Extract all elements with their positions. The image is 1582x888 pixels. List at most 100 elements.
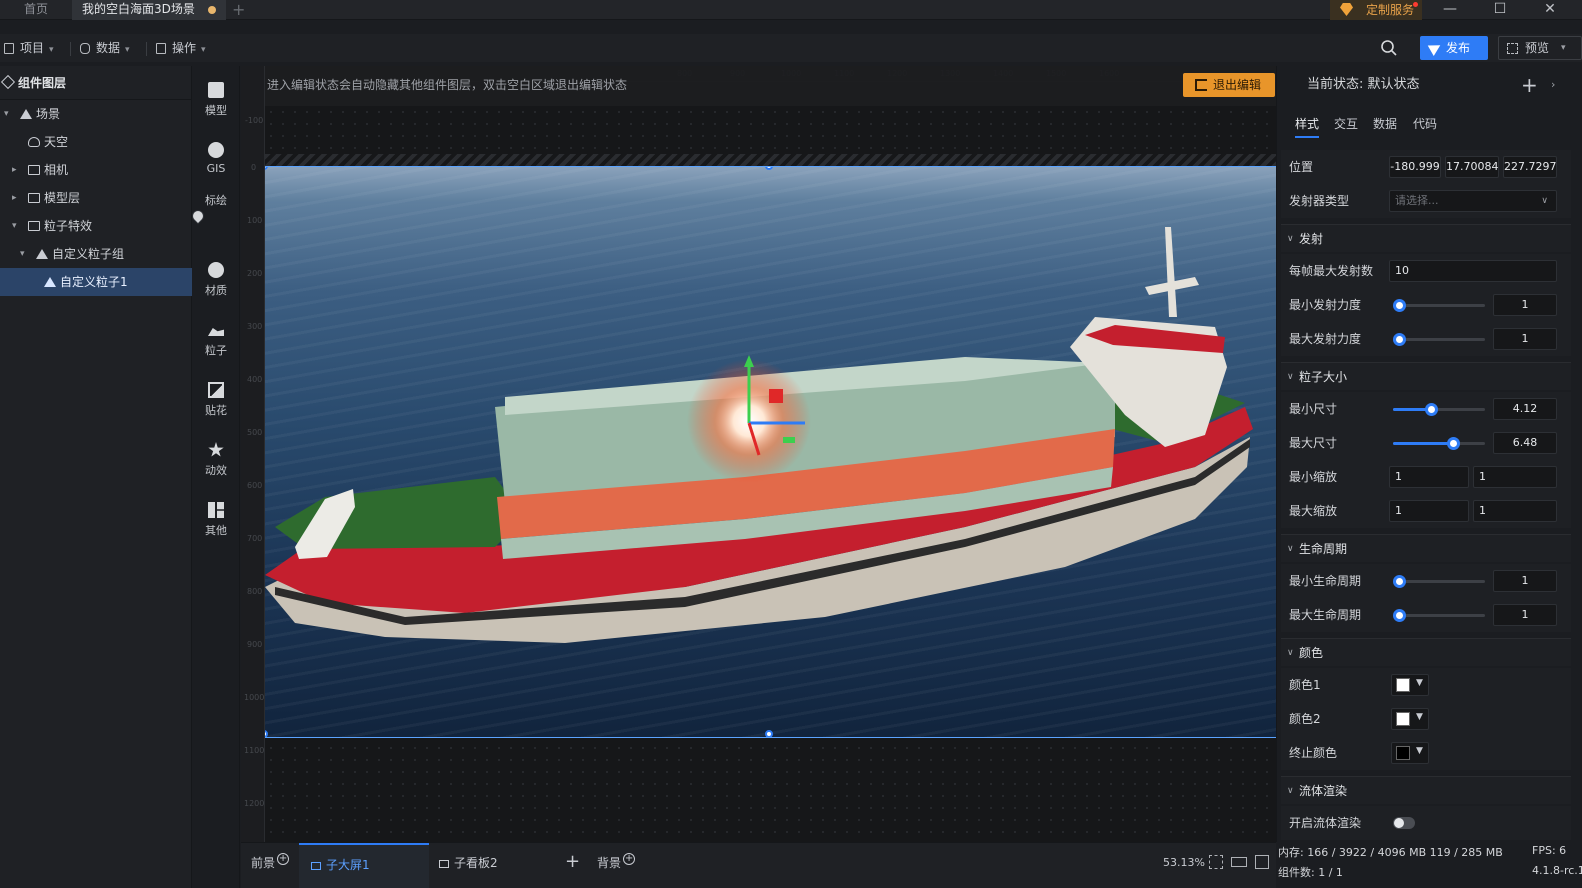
- tree-item-particle-group[interactable]: ▾ 自定义粒子组: [0, 240, 192, 268]
- min-scale-x-input[interactable]: 1: [1389, 466, 1469, 488]
- add-circle-icon[interactable]: +: [277, 853, 290, 865]
- 3d-scene-viewport[interactable]: [265, 166, 1276, 738]
- tab-background[interactable]: 背景 +: [597, 843, 636, 888]
- ship-model[interactable]: [265, 167, 1276, 738]
- chevron-down-icon[interactable]: ▾: [4, 100, 9, 128]
- tree-item-particle-effects[interactable]: ▾ 粒子特效: [0, 212, 192, 240]
- search-icon[interactable]: [1380, 39, 1398, 57]
- color1-picker[interactable]: ▼: [1391, 674, 1429, 696]
- menu-operate[interactable]: 操作 ▾: [156, 34, 206, 62]
- position-z-input[interactable]: 227.72971: [1503, 156, 1557, 178]
- cloud-icon: [28, 137, 40, 147]
- tool-particle[interactable]: 粒子: [192, 312, 240, 370]
- tool-gis[interactable]: GIS: [192, 132, 240, 190]
- terminal-icon[interactable]: [1255, 855, 1269, 869]
- tab-style[interactable]: 样式: [1295, 110, 1320, 138]
- min-life-slider[interactable]: [1393, 575, 1485, 588]
- chevron-right-icon[interactable]: ▸: [12, 184, 17, 212]
- custom-service-button[interactable]: 定制服务: [1330, 0, 1422, 20]
- chevron-down-icon[interactable]: ▾: [12, 212, 17, 240]
- slider-knob[interactable]: [1393, 299, 1406, 312]
- tool-decal[interactable]: 贴花: [192, 372, 240, 430]
- fit-screen-icon[interactable]: [1209, 855, 1223, 869]
- max-size-slider[interactable]: [1393, 437, 1485, 450]
- section-lifecycle[interactable]: ∨ 生命周期: [1281, 534, 1571, 562]
- min-scale-y-input[interactable]: 1: [1473, 466, 1557, 488]
- min-force-input[interactable]: 1: [1493, 294, 1557, 316]
- tab-scene[interactable]: 我的空白海面3D场景: [72, 0, 226, 20]
- slider-knob[interactable]: [1393, 333, 1406, 346]
- ruler-tick: 500: [247, 428, 263, 437]
- position-y-input[interactable]: 17.700846: [1445, 156, 1499, 178]
- slider-knob[interactable]: [1425, 403, 1438, 416]
- max-size-input[interactable]: 6.48: [1493, 432, 1557, 454]
- menu-data[interactable]: 数据 ▾: [80, 34, 130, 62]
- layer-panel-title: 组件图层: [0, 66, 192, 100]
- tab-scene-label: 我的空白海面3D场景: [82, 2, 195, 16]
- zoom-level[interactable]: 53.13%: [1163, 843, 1205, 883]
- tree-item-camera[interactable]: ▸ 相机: [0, 156, 192, 184]
- maximize-icon[interactable]: ☐: [1480, 0, 1520, 20]
- tool-model[interactable]: 模型: [192, 72, 240, 130]
- max-per-frame-input[interactable]: 10: [1389, 260, 1557, 282]
- tab-foreground[interactable]: 前景 +: [251, 843, 290, 888]
- tool-material[interactable]: 材质: [192, 252, 240, 310]
- tool-other[interactable]: 其他: [192, 492, 240, 550]
- editor-canvas[interactable]: 800 900 1000 1100 1200 1300 1400 1500 16…: [241, 66, 1276, 842]
- publish-button[interactable]: 发布: [1420, 36, 1488, 60]
- max-scale-x-input[interactable]: 1: [1389, 500, 1469, 522]
- section-emit[interactable]: ∨ 发射: [1281, 224, 1571, 252]
- minimize-icon[interactable]: —: [1430, 0, 1470, 20]
- keyboard-icon[interactable]: [1231, 857, 1247, 867]
- tree-item-scene[interactable]: ▾ 场景: [0, 100, 192, 128]
- add-state-icon[interactable]: +: [1521, 66, 1538, 104]
- position-x-input[interactable]: -180.999: [1389, 156, 1441, 178]
- chevron-right-icon[interactable]: ›: [1551, 66, 1555, 104]
- close-icon[interactable]: ✕: [1530, 0, 1570, 20]
- add-circle-icon[interactable]: +: [623, 853, 636, 865]
- tab-sub-screen-1[interactable]: 子大屏1: [299, 843, 429, 888]
- chevron-right-icon[interactable]: ▸: [12, 156, 17, 184]
- status-bar: 内存: 166 / 3922 / 4096 MB 119 / 285 MB FP…: [1276, 842, 1582, 888]
- fluid-render-toggle[interactable]: [1393, 817, 1415, 829]
- max-life-input[interactable]: 1: [1493, 604, 1557, 626]
- slider-knob[interactable]: [1393, 575, 1406, 588]
- chevron-down-icon[interactable]: ▾: [20, 240, 25, 268]
- tab-label: 前景: [251, 856, 276, 870]
- slider-knob[interactable]: [1447, 437, 1460, 450]
- emitter-type-select[interactable]: 请选择... ∨: [1389, 190, 1557, 212]
- menu-project[interactable]: 项目 ▾: [4, 34, 54, 62]
- tree-item-label: 相机: [44, 163, 69, 177]
- tab-sub-board-2[interactable]: 子看板2: [439, 843, 498, 888]
- preview-button[interactable]: 预览 ▾: [1498, 36, 1582, 60]
- min-life-input[interactable]: 1: [1493, 570, 1557, 592]
- tab-code[interactable]: 代码: [1413, 110, 1437, 138]
- section-fluid-render[interactable]: ∨ 流体渲染: [1281, 776, 1571, 804]
- resize-handle-bottom[interactable]: [765, 730, 773, 737]
- add-tab-icon[interactable]: +: [565, 843, 580, 888]
- color2-picker[interactable]: ▼: [1391, 708, 1429, 730]
- tree-item-model-layer[interactable]: ▸ 模型层: [0, 184, 192, 212]
- tree-item-particle-1[interactable]: 自定义粒子1: [0, 268, 192, 296]
- tool-animation[interactable]: 动效: [192, 432, 240, 490]
- tab-interaction[interactable]: 交互: [1334, 110, 1358, 138]
- new-tab-icon[interactable]: +: [232, 0, 245, 19]
- max-scale-y-input[interactable]: 1: [1473, 500, 1557, 522]
- min-size-input[interactable]: 4.12: [1493, 398, 1557, 420]
- end-color-picker[interactable]: ▼: [1391, 742, 1429, 764]
- exit-edit-button[interactable]: 退出编辑: [1183, 73, 1275, 97]
- ruler-tick: 700: [247, 534, 263, 543]
- max-force-slider[interactable]: [1393, 333, 1485, 346]
- tool-plot[interactable]: 标绘: [189, 192, 240, 250]
- section-particle-size[interactable]: ∨ 粒子大小: [1281, 362, 1571, 390]
- tab-data[interactable]: 数据: [1373, 110, 1397, 138]
- tree-item-sky[interactable]: 天空: [0, 128, 192, 156]
- section-color[interactable]: ∨ 颜色: [1281, 638, 1571, 666]
- section-title: 粒子大小: [1299, 370, 1348, 384]
- max-life-slider[interactable]: [1393, 609, 1485, 622]
- tab-home[interactable]: 首页: [0, 0, 72, 20]
- slider-knob[interactable]: [1393, 609, 1406, 622]
- max-force-input[interactable]: 1: [1493, 328, 1557, 350]
- min-size-slider[interactable]: [1393, 403, 1485, 416]
- min-force-slider[interactable]: [1393, 299, 1485, 312]
